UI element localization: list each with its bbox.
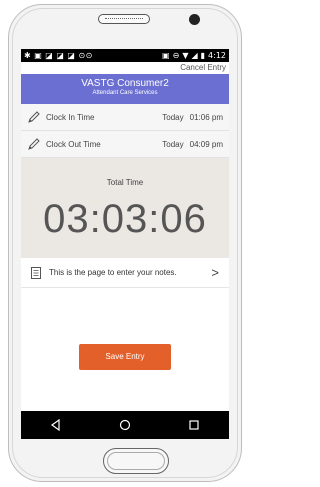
do-not-disturb-icon: ⊖ xyxy=(172,51,180,60)
photo-icon: ▣ xyxy=(34,51,43,60)
chevron-right-icon: > xyxy=(211,265,219,280)
clock-in-label: Clock In Time xyxy=(46,112,95,122)
cancel-row: Cancel Entry xyxy=(21,62,229,74)
pencil-icon xyxy=(28,111,40,123)
pencil-icon xyxy=(28,138,40,150)
screen: ✱ ▣ ◪ ◪ ◪ ⊙⊙ ▣ ⊖ ▼ ◢ ▮ 4:12 Cancel Entry… xyxy=(21,49,229,439)
notification-icon: ✱ xyxy=(24,51,32,60)
cancel-entry-button[interactable]: Cancel Entry xyxy=(180,63,226,72)
clock-out-day: Today xyxy=(162,139,184,149)
clock-in-day: Today xyxy=(162,112,184,122)
back-icon[interactable] xyxy=(48,417,64,433)
cast-icon: ▣ xyxy=(162,51,170,60)
notes-text: This is the page to enter your notes. xyxy=(49,268,177,277)
speaker-grille xyxy=(98,14,150,24)
status-system: ▣ ⊖ ▼ ◢ ▮ 4:12 xyxy=(162,51,226,60)
status-bar: ✱ ▣ ◪ ◪ ◪ ⊙⊙ ▣ ⊖ ▼ ◢ ▮ 4:12 xyxy=(21,49,229,62)
clock-out-time: 04:09 pm xyxy=(189,139,223,149)
clock-in-row[interactable]: Clock In Time Today 01:06 pm xyxy=(21,104,229,131)
document-icon xyxy=(31,266,41,279)
total-time-label: Total Time xyxy=(106,178,144,187)
notification-icon: ◪ xyxy=(56,51,65,60)
android-nav-bar xyxy=(21,411,229,439)
battery-icon: ▮ xyxy=(200,51,206,60)
clock-out-row[interactable]: Clock Out Time Today 04:09 pm xyxy=(21,131,229,158)
notification-icon: ◪ xyxy=(67,51,76,60)
voicemail-icon: ⊙⊙ xyxy=(78,51,93,60)
clock-in-time: 01:06 pm xyxy=(189,112,223,122)
signal-icon: ◢ xyxy=(191,51,198,60)
save-entry-button[interactable]: Save Entry xyxy=(79,344,171,370)
recents-icon[interactable] xyxy=(186,417,202,433)
consumer-header: VASTG Consumer2 Attendant Care Services xyxy=(21,74,229,104)
hardware-home-button[interactable] xyxy=(103,448,169,474)
total-time-panel: Total Time 03:03:06 xyxy=(21,158,229,258)
service-name: Attendant Care Services xyxy=(92,90,158,96)
wifi-icon: ▼ xyxy=(182,51,189,60)
status-notifications: ✱ ▣ ◪ ◪ ◪ ⊙⊙ xyxy=(24,51,93,60)
clock-out-label: Clock Out Time xyxy=(46,139,101,149)
home-icon[interactable] xyxy=(117,417,133,433)
notification-icon: ◪ xyxy=(45,51,54,60)
notes-row[interactable]: This is the page to enter your notes. > xyxy=(21,258,229,288)
total-time-value: 03:03:06 xyxy=(43,197,207,241)
save-area: Save Entry xyxy=(21,344,229,370)
consumer-name: VASTG Consumer2 xyxy=(81,78,169,89)
front-camera xyxy=(189,14,200,25)
status-time: 4:12 xyxy=(208,51,226,60)
